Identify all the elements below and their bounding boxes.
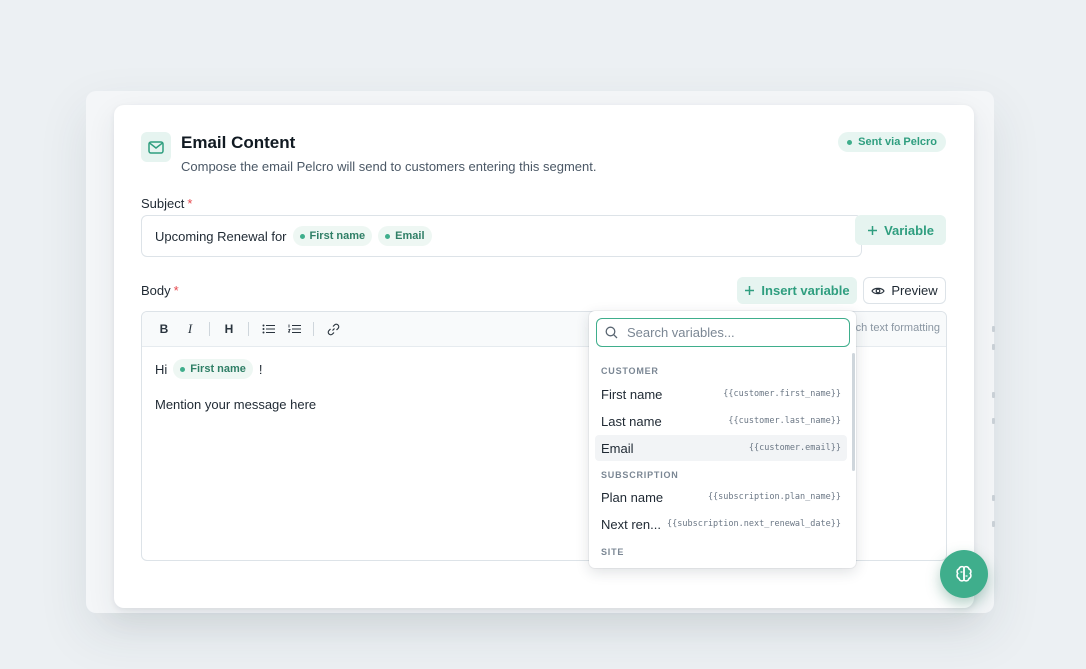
- search-icon: [605, 326, 618, 339]
- variable-search[interactable]: [596, 318, 850, 347]
- toolbar-divider: [209, 322, 210, 336]
- sent-via-badge: Sent via Pelcro: [838, 132, 946, 152]
- numbered-list-button[interactable]: [282, 317, 306, 341]
- option-name: First name: [601, 386, 663, 402]
- assistant-button[interactable]: [940, 550, 988, 598]
- toolbar-divider: [313, 322, 314, 336]
- add-variable-button[interactable]: Variable: [855, 215, 946, 245]
- subject-text: Upcoming Renewal for: [155, 228, 287, 244]
- chip-dot-icon: [180, 366, 186, 372]
- chip-dot-icon: [299, 233, 305, 239]
- variable-search-input[interactable]: [625, 324, 839, 341]
- variable-chip-first-name[interactable]: First name: [173, 359, 253, 379]
- option-code: {{customer.last_name}}: [728, 416, 841, 426]
- bullet-list-icon: [262, 324, 275, 334]
- numbered-list-icon: [287, 324, 301, 333]
- section-subscription: SUBSCRIPTION: [601, 470, 679, 480]
- subject-label-text: Subject: [141, 196, 185, 211]
- add-variable-label: Variable: [884, 222, 934, 238]
- option-code: {{customer.email}}: [748, 443, 841, 453]
- section-site: SITE: [601, 547, 625, 557]
- body-label: Body *: [141, 283, 179, 298]
- body-message: Mention your message here: [155, 397, 317, 412]
- plus-icon: [745, 286, 755, 295]
- greeting-text: Hi: [155, 361, 168, 377]
- required-mark: *: [187, 196, 193, 211]
- body-greeting-line: Hi First name !: [155, 359, 263, 379]
- section-subtitle: Compose the email Pelcro will send to cu…: [181, 159, 597, 174]
- option-name: Plan name: [601, 489, 664, 505]
- edge-marker: [992, 521, 995, 527]
- edge-marker: [992, 326, 995, 332]
- variable-option-first-name[interactable]: First name {{customer.first_name}}: [595, 381, 847, 407]
- subject-input[interactable]: Upcoming Renewal for First name Email: [141, 215, 862, 257]
- chip-dot-icon: [385, 233, 391, 239]
- preview-button[interactable]: Preview: [863, 277, 946, 304]
- variable-option-plan-name[interactable]: Plan name {{subscription.plan_name}}: [595, 484, 847, 510]
- bold-button[interactable]: B: [152, 317, 176, 341]
- edge-marker: [992, 495, 995, 501]
- body-label-text: Body: [141, 283, 171, 298]
- toolbar-divider: [248, 322, 249, 336]
- mail-icon: [141, 132, 171, 162]
- variable-option-last-name[interactable]: Last name {{customer.last_name}}: [595, 408, 847, 434]
- edge-marker: [992, 344, 995, 350]
- variable-option-next-renewal[interactable]: Next ren... {{subscription.next_renewal_…: [595, 511, 847, 537]
- bullet-list-button[interactable]: [256, 317, 280, 341]
- required-mark: *: [173, 283, 179, 298]
- variable-list: CUSTOMER First name {{customer.first_nam…: [589, 353, 852, 568]
- section-title: Email Content: [181, 133, 296, 152]
- option-code: {{customer.first_name}}: [723, 389, 841, 399]
- insert-variable-button[interactable]: Insert variable: [737, 277, 857, 304]
- email-content-card: Email Content Compose the email Pelcro w…: [114, 105, 974, 608]
- italic-button[interactable]: I: [178, 317, 202, 341]
- heading-button[interactable]: H: [217, 317, 241, 341]
- brain-icon: [956, 565, 972, 582]
- chip-label: First name: [309, 230, 366, 242]
- variable-chip-first-name[interactable]: First name: [292, 226, 373, 246]
- option-code: {{subscription.plan_name}}: [707, 492, 841, 502]
- badge-label: Sent via Pelcro: [858, 136, 937, 148]
- option-code: {{subscription.next_renewal_date}}: [667, 519, 841, 529]
- section-customer: CUSTOMER: [601, 366, 659, 376]
- edge-marker: [992, 418, 995, 424]
- link-icon: [327, 323, 339, 335]
- variable-option-email[interactable]: Email {{customer.email}}: [595, 435, 847, 461]
- dropdown-scrollbar[interactable]: [852, 353, 855, 471]
- plus-icon: [868, 225, 878, 235]
- link-button[interactable]: [321, 317, 345, 341]
- edge-marker: [992, 392, 995, 398]
- subject-label: Subject *: [141, 196, 192, 211]
- chip-label: Email: [395, 230, 425, 242]
- toolbar-hint: ch text formatting: [855, 322, 940, 334]
- preview-label: Preview: [891, 283, 938, 298]
- insert-variable-label: Insert variable: [761, 283, 850, 298]
- eye-icon: [871, 287, 886, 294]
- status-dot-icon: [847, 139, 853, 145]
- chip-label: First name: [190, 363, 246, 375]
- greeting-end: !: [258, 361, 263, 377]
- variable-dropdown: CUSTOMER First name {{customer.first_nam…: [589, 311, 856, 568]
- option-name: Next ren...: [601, 516, 661, 532]
- option-name: Email: [601, 440, 634, 456]
- option-name: Last name: [601, 413, 662, 429]
- variable-chip-email[interactable]: Email: [378, 226, 432, 246]
